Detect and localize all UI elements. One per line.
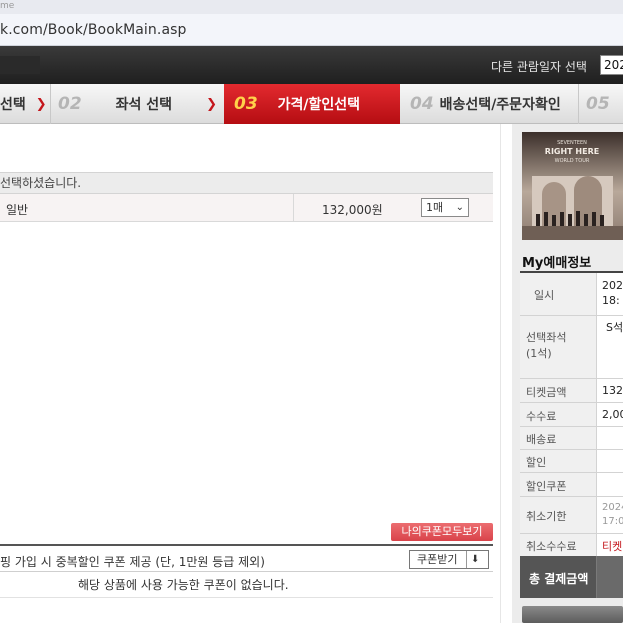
info-value: 2024 17:0	[596, 497, 623, 533]
step-2[interactable]: 02 좌석 선택 ❯	[58, 84, 222, 124]
total-payment-value	[596, 556, 623, 598]
event-poster: SEVENTEEN RIGHT HERE WORLD TOUR	[522, 132, 623, 240]
address-bar[interactable]: k.com/Book/BookMain.asp	[0, 14, 623, 46]
my-booking-info-title: My예매정보	[522, 256, 592, 271]
download-icon: ⬇	[471, 554, 480, 565]
info-row-discount: 할인	[520, 450, 623, 473]
header-logo	[0, 56, 40, 74]
info-row-fee: 수수료 2,00	[520, 403, 623, 427]
step-1-label: 선택	[0, 97, 26, 113]
info-value: 202 18:	[596, 273, 623, 315]
poster-line-3: WORLD TOUR	[555, 158, 590, 164]
step-bar: 선택 ❯ 02 좌석 선택 ❯ 03 가격/할인선택 04 배송선택/주문자확인…	[0, 84, 623, 124]
get-coupon-button[interactable]: 쿠폰받기 ⬇	[409, 550, 489, 569]
price-row: 일반 132,000원 1매 ⌄	[0, 194, 493, 222]
info-row-cancel-deadline: 취소기한 2024 17:0	[520, 497, 623, 534]
poster-line-1: SEVENTEEN	[557, 140, 587, 146]
chevron-down-icon: ⌄	[455, 202, 464, 213]
step-2-number: 02	[58, 94, 82, 114]
quantity-select[interactable]: 1매 ⌄	[421, 198, 469, 217]
info-row-delivery: 배송료	[520, 427, 623, 450]
info-key: 수수료	[520, 403, 596, 426]
step-4-number: 04	[410, 94, 434, 114]
price-amount: 132,000원	[322, 203, 383, 217]
poster-line-2: RIGHT HERE	[545, 147, 599, 156]
info-key: 취소수수료	[520, 534, 596, 556]
info-value: 2,00	[596, 403, 623, 426]
step-arrow-icon: ❯	[206, 96, 217, 112]
info-row-cancel-fee: 취소수수료 티켓	[520, 534, 623, 557]
price-grade: 일반	[6, 203, 29, 217]
info-key: 할인쿠폰	[520, 473, 596, 496]
info-value	[596, 427, 623, 449]
step-5-number: 05	[586, 94, 610, 114]
info-value: 티켓	[596, 534, 623, 556]
next-step-button[interactable]	[522, 606, 623, 623]
panel-divider	[500, 124, 501, 623]
url-text[interactable]: k.com/Book/BookMain.asp	[0, 22, 187, 38]
selection-notice-text: 선택하셨습니다.	[0, 176, 82, 190]
no-coupon-message: 해당 상품에 사용 가능한 쿠폰이 없습니다.	[0, 572, 493, 598]
step-1[interactable]: 선택 ❯	[0, 84, 50, 124]
step-3-label: 가격/할인선택	[277, 97, 361, 113]
info-value: 132	[596, 379, 623, 402]
window-title-strip: me	[0, 0, 623, 14]
coupon-bar: 핑 가입 시 중복할인 쿠폰 제공 (단, 1만원 등급 제외) 쿠폰받기 ⬇	[0, 544, 493, 572]
coupon-notice: 핑 가입 시 중복할인 쿠폰 제공 (단, 1만원 등급 제외)	[0, 555, 265, 569]
total-payment-label: 총 결제금액	[529, 572, 589, 586]
step-4-label: 배송선택/주문자확인	[439, 97, 561, 113]
info-key: 일시	[520, 273, 596, 315]
booking-header: 다른 관람일자 선택 202	[0, 46, 623, 84]
window-title: me	[0, 1, 15, 11]
info-row-ticket-price: 티켓금액 132	[520, 379, 623, 403]
info-value	[596, 473, 623, 496]
no-coupon-text: 해당 상품에 사용 가능한 쿠폰이 없습니다.	[78, 578, 289, 592]
info-value: S석	[596, 316, 623, 378]
info-key: 할인	[520, 450, 596, 472]
total-payment-bar: 총 결제금액	[520, 556, 623, 598]
step-4[interactable]: 04 배송선택/주문자확인	[410, 84, 575, 124]
step-3-number: 03	[234, 94, 258, 114]
step-2-label: 좌석 선택	[115, 97, 173, 113]
info-row-discount-coupon: 할인쿠폰	[520, 473, 623, 497]
other-date-label: 다른 관람일자 선택	[491, 60, 587, 74]
info-row-datetime: 일시 202 18:	[520, 273, 623, 316]
info-row-seat: 선택좌석 (1석) S석	[520, 316, 623, 379]
selection-notice: 선택하셨습니다.	[0, 172, 493, 194]
quantity-value: 1매	[426, 201, 444, 214]
info-key: 취소기한	[520, 497, 596, 533]
info-key: 선택좌석 (1석)	[520, 316, 596, 378]
view-all-coupons-button[interactable]: 나의쿠폰모두보기	[391, 523, 493, 541]
info-value	[596, 450, 623, 472]
info-key: 티켓금액	[520, 379, 596, 402]
get-coupon-label: 쿠폰받기	[417, 553, 458, 566]
info-key: 배송료	[520, 427, 596, 449]
step-3[interactable]: 03 가격/할인선택	[224, 84, 400, 124]
step-5[interactable]: 05	[586, 84, 623, 124]
date-select[interactable]: 202	[600, 55, 623, 75]
step-arrow-icon: ❯	[35, 96, 47, 112]
